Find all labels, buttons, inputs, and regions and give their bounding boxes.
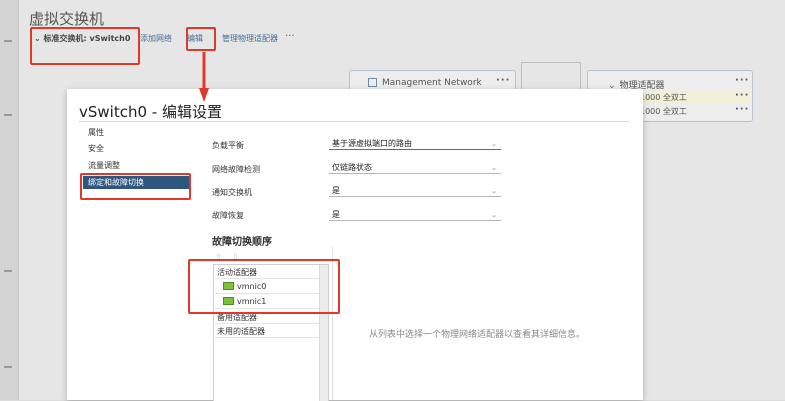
failover-order-heading: 故障切换顺序 (212, 237, 272, 248)
dialog-title: vSwitch0 - 编辑设置 (79, 103, 222, 121)
sidebar-item-properties[interactable]: 属性 (88, 126, 104, 139)
add-network-link[interactable]: 添加网络 (140, 33, 172, 44)
failure-detection-select[interactable]: 仅链路状态 ⌄ (329, 162, 501, 174)
adapters-more-button[interactable]: ··· (735, 75, 749, 86)
load-balancing-label: 负载平衡 (212, 141, 244, 150)
sidebar-item-traffic-shaping[interactable]: 流量调整 (88, 159, 120, 172)
load-balancing-select[interactable]: 基于源虚拟端口的路由 ⌄ (329, 138, 501, 150)
annotation-box-active-adapters (188, 259, 340, 314)
adapter-row[interactable]: 1000 全双工 (640, 92, 750, 103)
nav-marker (4, 114, 12, 116)
chevron-down-icon: ⌄ (491, 140, 497, 148)
edit-settings-dialog: vSwitch0 - 编辑设置 属性 安全 流量调整 绑定和故障切换 负载平衡 … (67, 89, 643, 401)
topology-connector (521, 62, 581, 91)
unused-adapters-group[interactable]: 未用的适配器 (215, 325, 319, 338)
sidebar-item-security[interactable]: 安全 (88, 142, 104, 155)
adapter-detail-hint: 从列表中选择一个物理网络适配器以查看其详细信息。 (369, 330, 586, 340)
nav-marker (4, 40, 12, 42)
failure-detection-label: 网络故障检测 (212, 165, 260, 174)
left-navigation-rail (0, 0, 19, 400)
chevron-down-icon: ⌄ (491, 164, 497, 172)
annotation-box-teaming (80, 173, 191, 200)
failback-select[interactable]: 是 ⌄ (329, 209, 501, 221)
adapter-row-more-button[interactable]: ··· (735, 90, 749, 101)
failback-label: 故障恢复 (212, 211, 244, 220)
adapter-row-more-button[interactable]: ··· (735, 104, 749, 115)
title-divider (79, 121, 629, 122)
manage-physical-adapters-link[interactable]: 管理物理适配器 (222, 33, 278, 44)
portgroup-icon (368, 78, 377, 87)
chevron-down-icon: ⌄ (491, 187, 497, 195)
portgroup-more-button[interactable]: ··· (496, 75, 510, 86)
nav-marker (4, 270, 12, 272)
notify-switches-label: 通知交换机 (212, 188, 252, 197)
annotation-arrow-icon (199, 52, 209, 102)
more-actions-button[interactable]: ··· (285, 31, 295, 42)
portgroup-name: Management Network (368, 78, 482, 88)
adapter-row[interactable]: 1000 全双工 (640, 106, 750, 117)
chevron-down-icon: ⌄ (491, 211, 497, 219)
page-title: 虚拟交换机 (29, 10, 105, 28)
annotation-box-edit (186, 27, 216, 51)
annotation-box-switch (30, 27, 140, 65)
nav-marker (4, 366, 12, 368)
notify-switches-select[interactable]: 是 ⌄ (329, 185, 501, 197)
